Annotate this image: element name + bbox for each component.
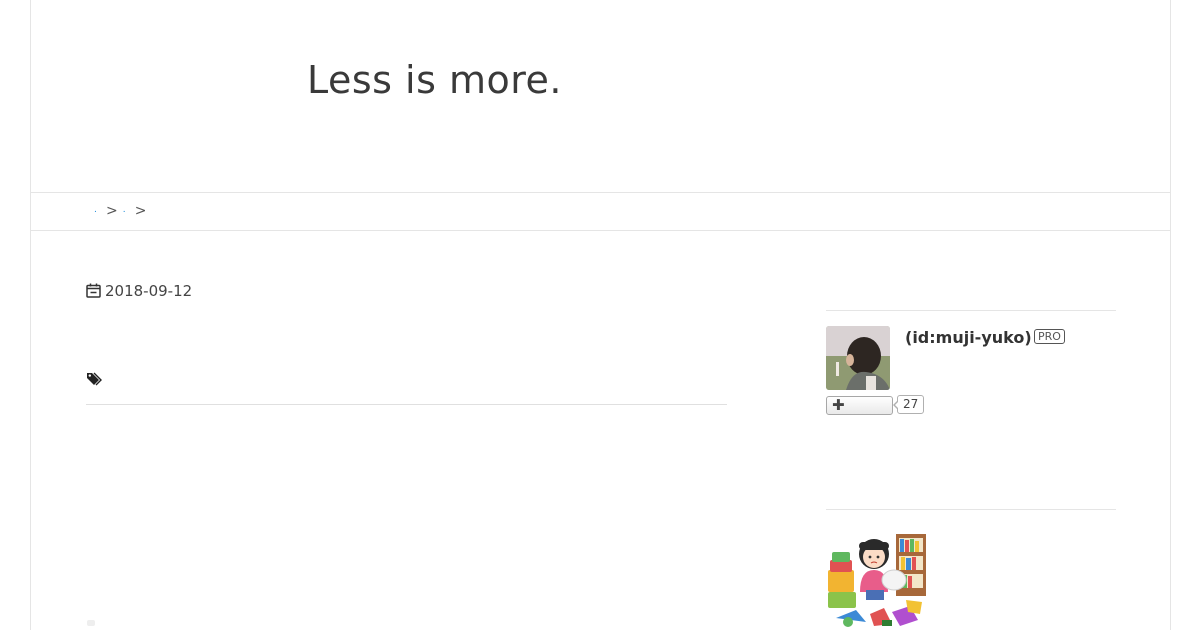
breadcrumb: . >. > (31, 192, 1170, 231)
sidebar-divider (826, 509, 1116, 510)
faint-content-mark (87, 620, 95, 626)
breadcrumb-trail: . >. > (94, 203, 151, 219)
calendar-icon (86, 283, 101, 302)
subscribe-button[interactable]: ✚ (826, 396, 893, 415)
page-container: Less is more. . >. > 2018-09-12 (id:muji… (30, 0, 1171, 630)
profile-id-link[interactable]: (id:muji-yuko) (905, 328, 1032, 347)
avatar[interactable] (826, 326, 890, 390)
sidebar-profile-module: (id:muji-yuko) PRO ✚ 27 (826, 310, 1116, 415)
entry-date: 2018-09-12 (86, 282, 192, 302)
plus-icon: ✚ (832, 396, 845, 414)
entry-header-divider (86, 404, 727, 405)
subscribe-widget: ✚ 27 (826, 395, 1116, 415)
tag-icon (86, 372, 102, 391)
tidying-illustration (826, 530, 928, 630)
blog-title[interactable]: Less is more. (307, 58, 562, 102)
profile-row: (id:muji-yuko) PRO (826, 311, 1116, 395)
pro-badge: PRO (1034, 329, 1065, 344)
entry-date-link[interactable]: 2018-09-12 (105, 282, 192, 300)
breadcrumb-link-home[interactable]: . (94, 205, 100, 219)
breadcrumb-separator: > (106, 203, 118, 219)
entry-categories (86, 371, 102, 391)
subscriber-count[interactable]: 27 (892, 395, 925, 414)
breadcrumb-separator: > (134, 203, 147, 219)
breadcrumb-link-category[interactable]: . (123, 205, 129, 219)
